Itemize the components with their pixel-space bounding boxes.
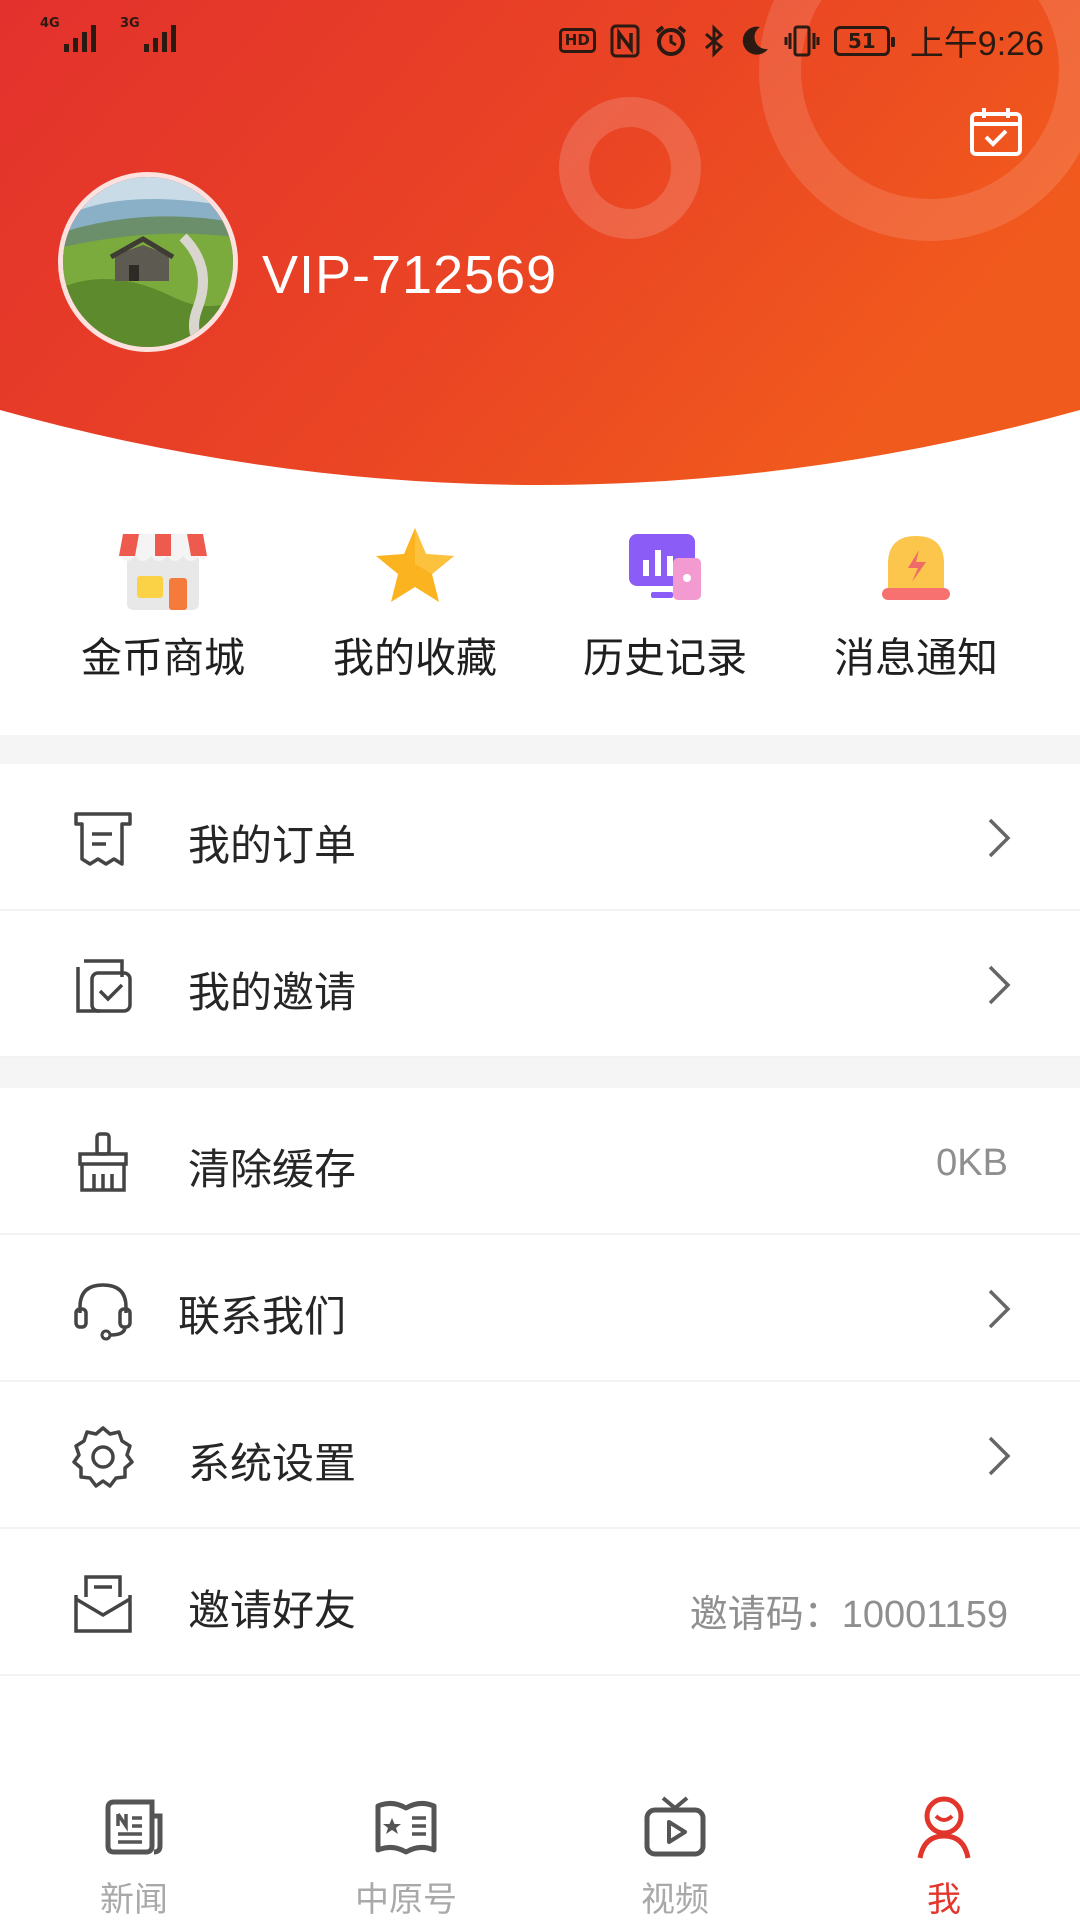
hd-icon: HD — [558, 28, 596, 53]
quick-action-favorites[interactable]: 我的收藏 — [290, 510, 540, 700]
menu-item-label: 清除缓存 — [188, 1145, 357, 1194]
vibrate-icon — [784, 22, 820, 60]
chevron-right-icon — [988, 1289, 1011, 1329]
tab-label: 视频 — [641, 1880, 709, 1920]
invite-code-value: 邀请码：10001159 — [689, 1594, 1008, 1636]
tab-video[interactable]: 视频 — [575, 1770, 775, 1920]
moon-icon — [740, 22, 770, 60]
signal-network-type: 4G — [40, 16, 60, 31]
receipt-icon — [74, 812, 132, 866]
battery-icon: 51 — [833, 25, 895, 56]
menu-item-label: 我的邀请 — [188, 968, 357, 1017]
menu-item-orders[interactable]: 我的订单 — [0, 764, 1080, 911]
quick-action-label: 消息通知 — [834, 634, 998, 682]
headset-icon — [74, 1283, 132, 1341]
status-bar: 4G 3G HD 51 上午9:26 — [0, 0, 1080, 76]
quick-action-history[interactable]: 历史记录 — [540, 510, 790, 700]
cache-size-value: 0KB — [936, 1142, 1008, 1184]
tab-label: 我 — [927, 1880, 961, 1920]
menu-item-contact[interactable]: 联系我们 — [0, 1235, 1080, 1382]
menu-item-clear-cache[interactable]: 清除缓存 0KB — [0, 1088, 1080, 1235]
tab-me[interactable]: 我 — [844, 1770, 1044, 1920]
bottom-tab-bar: 新闻 中原号 视频 我 — [0, 1770, 1080, 1920]
tab-news[interactable]: 新闻 — [34, 1770, 234, 1920]
tab-zhongyuan-hao[interactable]: 中原号 — [306, 1770, 506, 1920]
calendar-check-icon[interactable] — [968, 104, 1024, 160]
bluetooth-icon — [702, 22, 726, 60]
person-icon — [917, 1796, 971, 1859]
nfc-icon — [610, 22, 640, 60]
envelope-icon — [74, 1575, 132, 1633]
username: VIP-712569 — [262, 245, 558, 305]
history-icon — [629, 534, 701, 600]
menu-item-invites[interactable]: 我的邀请 — [0, 911, 1080, 1058]
menu-item-label: 联系我们 — [178, 1292, 347, 1341]
star-icon — [376, 528, 454, 602]
bell-icon — [882, 536, 950, 600]
menu-item-label: 系统设置 — [188, 1439, 357, 1488]
alarm-icon — [654, 22, 688, 60]
menu-item-label: 邀请好友 — [188, 1586, 357, 1635]
section-divider — [0, 1058, 1080, 1088]
avatar-image — [63, 177, 233, 347]
broom-icon — [78, 1132, 128, 1192]
signal-icon: 4G — [40, 14, 106, 54]
gear-icon — [72, 1426, 134, 1488]
quick-action-coin-shop[interactable]: 金币商城 — [38, 510, 288, 700]
menu-item-label: 我的订单 — [188, 821, 357, 870]
signal-icon: 3G — [120, 14, 186, 54]
tv-play-icon — [644, 1796, 706, 1857]
tab-label: 中原号 — [355, 1880, 457, 1920]
chevron-right-icon — [988, 1436, 1011, 1476]
chevron-right-icon — [988, 965, 1011, 1005]
menu-item-settings[interactable]: 系统设置 — [0, 1382, 1080, 1529]
menu-item-invite-friends[interactable]: 邀请好友 邀请码：10001159 — [0, 1529, 1080, 1676]
profile-header: 4G 3G HD 51 上午9:26 VIP-712569 — [0, 0, 1080, 490]
signal-network-type: 3G — [120, 16, 140, 31]
news-icon — [105, 1799, 163, 1855]
tab-label: 新闻 — [100, 1880, 168, 1920]
invite-check-icon — [76, 959, 132, 1013]
chevron-right-icon — [988, 818, 1011, 858]
quick-action-label: 金币商城 — [81, 634, 245, 682]
quick-actions: 金币商城 我的收藏 历史记录 消息通知 — [0, 510, 1080, 700]
shop-icon — [119, 534, 207, 610]
quick-action-notifications[interactable]: 消息通知 — [791, 510, 1041, 700]
quick-action-label: 我的收藏 — [333, 634, 497, 682]
section-divider — [0, 735, 1080, 764]
avatar[interactable] — [58, 172, 238, 352]
status-time: 上午9:26 — [909, 25, 1044, 63]
quick-action-label: 历史记录 — [583, 634, 747, 682]
book-star-icon — [375, 1800, 437, 1855]
